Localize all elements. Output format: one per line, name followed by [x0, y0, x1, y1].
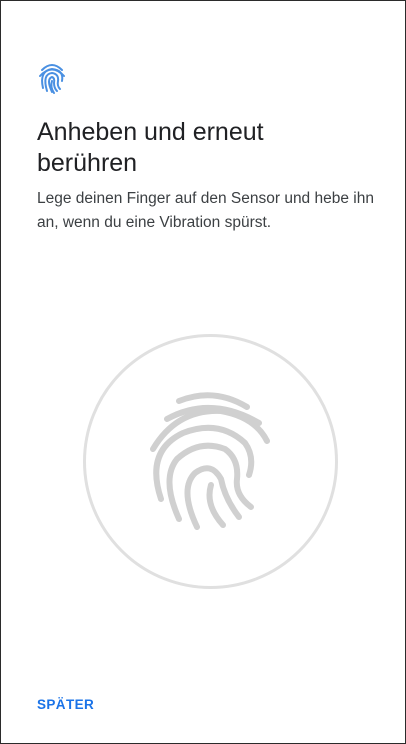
screen: Anheben und erneut berühren Lege deinen … — [0, 0, 406, 744]
fingerprint-icon — [150, 392, 270, 530]
page-title: Anheben und erneut berühren — [37, 118, 264, 177]
fingerprint-icon — [39, 64, 65, 94]
later-button[interactable]: SPÄTER — [37, 695, 94, 714]
instruction-text: Lege deinen Finger auf den Sensor und he… — [37, 190, 374, 231]
